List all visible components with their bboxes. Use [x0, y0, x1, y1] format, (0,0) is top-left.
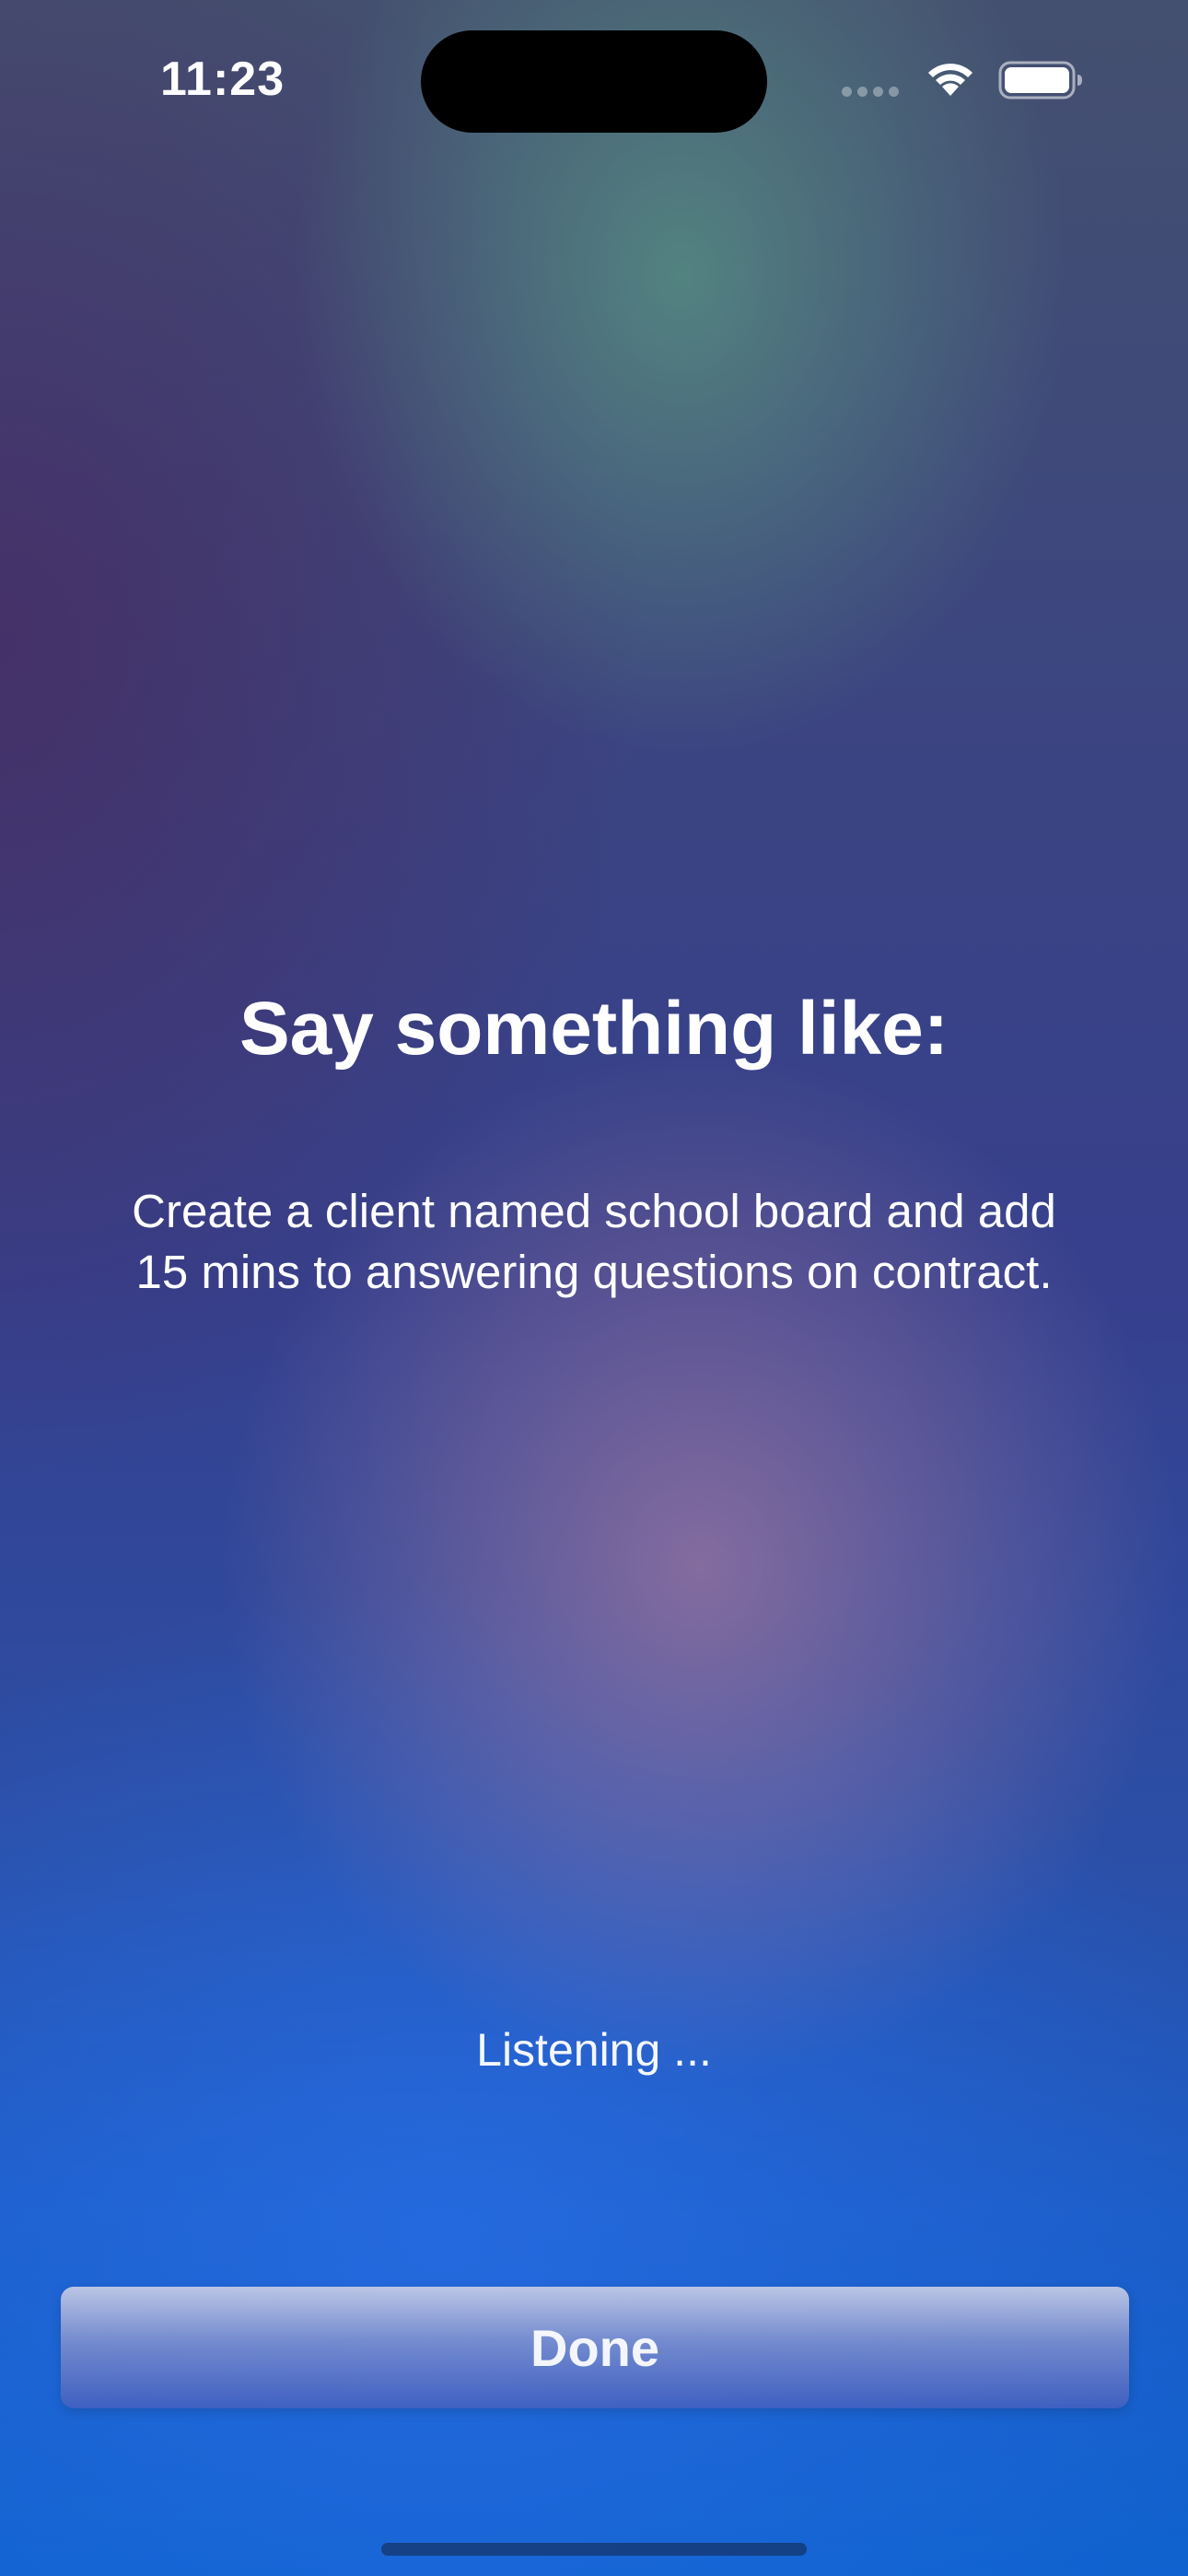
- home-indicator[interactable]: [381, 2543, 807, 2556]
- done-button-label: Done: [530, 2318, 659, 2377]
- status-bar: 11:23: [0, 0, 1188, 166]
- status-time: 11:23: [160, 53, 285, 106]
- example-line-2: 15 mins to answering questions on contra…: [135, 1246, 1053, 1298]
- battery-icon: [998, 61, 1082, 100]
- done-button[interactable]: Done: [61, 2287, 1129, 2408]
- example-command-text: Create a client named school board and a…: [83, 1181, 1105, 1303]
- cellular-signal-icon: [842, 87, 903, 98]
- example-line-1: Create a client named school board and a…: [132, 1185, 1056, 1237]
- prompt-heading: Say something like:: [239, 987, 949, 1071]
- listening-status: Listening ...: [476, 2024, 712, 2076]
- wifi-icon: [928, 64, 973, 96]
- dynamic-island: [421, 30, 767, 133]
